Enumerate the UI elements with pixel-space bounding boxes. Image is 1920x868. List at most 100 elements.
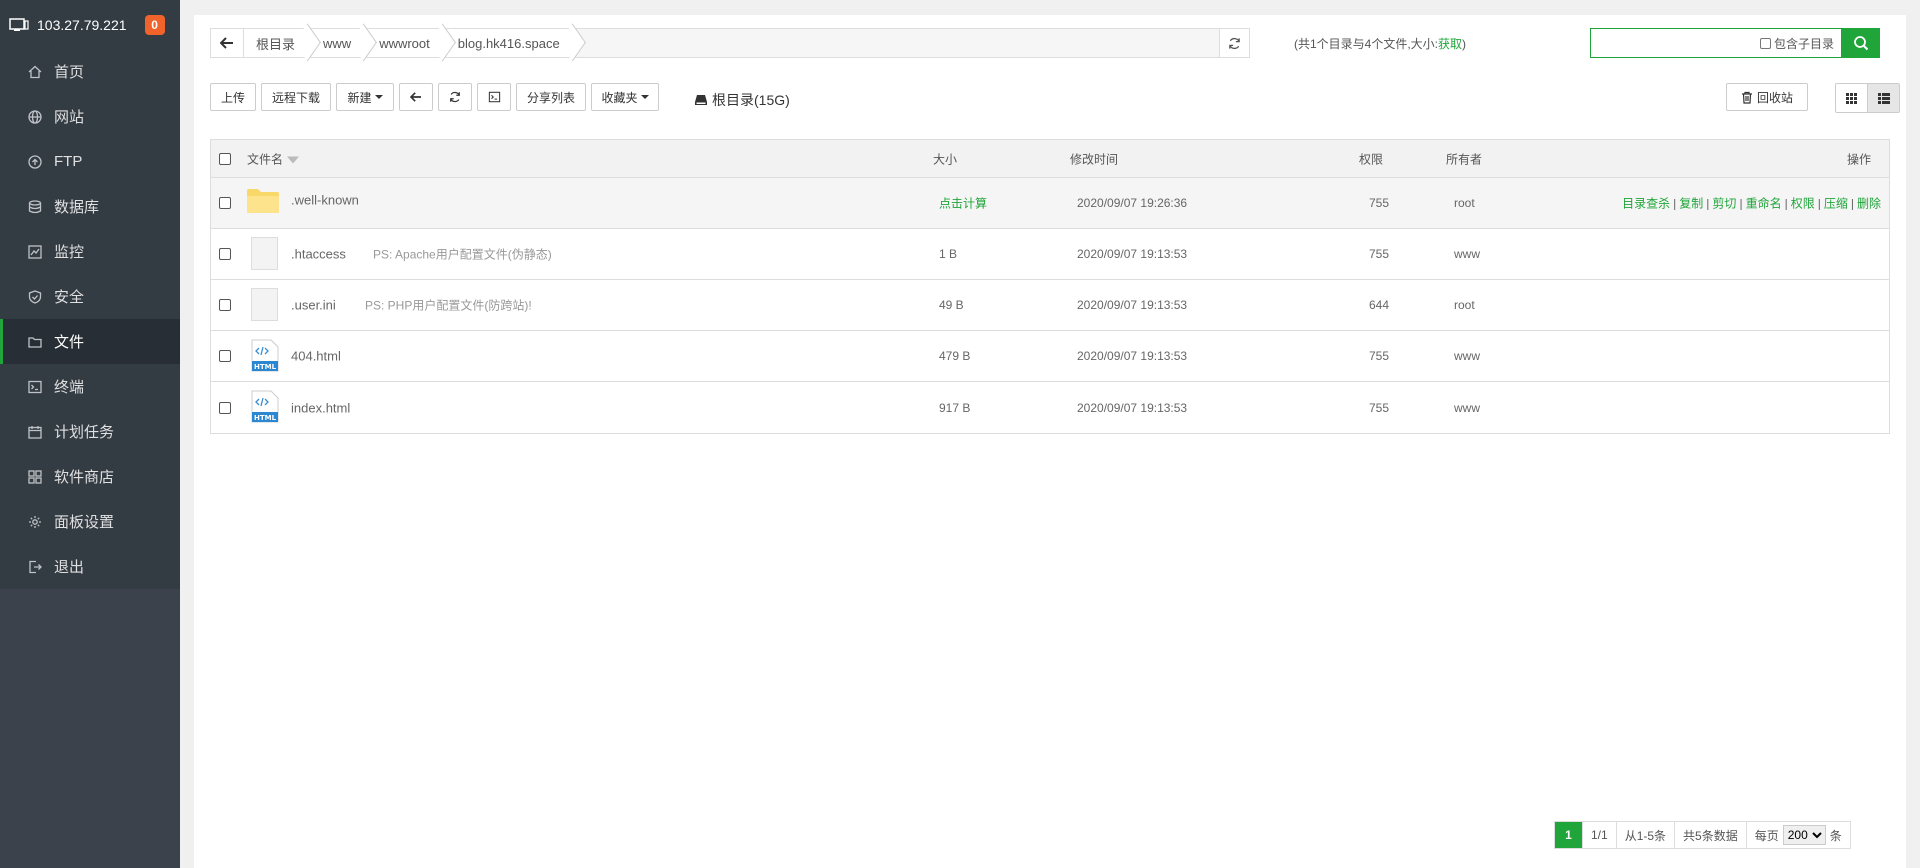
sidebar-item-website[interactable]: 网站	[0, 94, 180, 139]
include-subdir-checkbox[interactable]: 包含子目录	[1759, 35, 1834, 52]
sidebar-item-cron[interactable]: 计划任务	[0, 409, 180, 454]
table-row[interactable]: HTML 404.html 479 B 2020/09/07 19:13:53 …	[211, 331, 1889, 382]
sidebar-header: 103.27.79.221 0	[0, 0, 180, 49]
calendar-icon	[28, 425, 42, 439]
table-row[interactable]: .htaccess PS: Apache用户配置文件(伪静态) 1 B 2020…	[211, 229, 1889, 280]
table-header: 文件名 大小 修改时间 权限 所有者 操作	[211, 140, 1889, 178]
list-view-button[interactable]	[1867, 84, 1899, 112]
file-perm[interactable]: 755	[1369, 247, 1389, 261]
file-note: PS: Apache用户配置文件(伪静态)	[373, 247, 552, 262]
search-icon	[1854, 36, 1869, 51]
file-note: PS: PHP用户配置文件(防跨站)!	[365, 298, 532, 313]
file-owner: www	[1454, 400, 1480, 415]
file-perm[interactable]: 755	[1369, 401, 1389, 415]
sidebar-item-label: 软件商店	[54, 469, 115, 486]
svg-text:HTML: HTML	[254, 363, 277, 371]
sidebar-item-monitor[interactable]: 监控	[0, 229, 180, 274]
search-box: 包含子目录	[1590, 28, 1842, 58]
table-row[interactable]: .user.ini PS: PHP用户配置文件(防跨站)! 49 B 2020/…	[211, 280, 1889, 331]
search-input[interactable]	[1595, 33, 1745, 53]
shield-icon	[28, 289, 42, 304]
file-mtime: 2020/09/07 19:13:53	[1077, 349, 1188, 363]
calc-size-link[interactable]: 点击计算	[939, 195, 987, 212]
rename-action[interactable]: 重命名	[1746, 197, 1782, 211]
file-perm[interactable]: 644	[1369, 298, 1389, 312]
sidebar-item-ftp[interactable]: FTP	[0, 139, 180, 184]
sidebar-item-logout[interactable]: 退出	[0, 544, 180, 589]
table-row[interactable]: .well-known 点击计算 2020/09/07 19:26:36 755…	[211, 178, 1889, 229]
upload-button[interactable]: 上传	[210, 83, 256, 111]
pagination: 1 1/1 从1-5条 共5条数据 每页 200 条	[1554, 821, 1851, 849]
sidebar-item-security[interactable]: 安全	[0, 274, 180, 319]
notification-badge[interactable]: 0	[144, 14, 165, 35]
sidebar-item-label: 数据库	[54, 199, 100, 216]
monitor-icon	[28, 244, 42, 259]
row-checkbox[interactable]	[219, 401, 231, 414]
file-perm[interactable]: 755	[1369, 349, 1389, 363]
compress-action[interactable]: 压缩	[1824, 197, 1848, 211]
permission-action[interactable]: 权限	[1791, 197, 1815, 211]
sidebar-item-home[interactable]: 首页	[0, 49, 180, 94]
scan-dir-action[interactable]: 目录查杀	[1622, 197, 1670, 211]
file-size: 1 B	[939, 247, 958, 261]
refresh-button[interactable]	[438, 83, 472, 111]
file-perm[interactable]: 755	[1369, 196, 1389, 210]
toolbar: 上传 远程下载 新建 分享列表 收藏夹 根目录(15G) 回收站	[210, 83, 1900, 113]
file-name[interactable]: 404.html	[291, 349, 341, 364]
sidebar-item-database[interactable]: 数据库	[0, 184, 180, 229]
breadcrumb-site[interactable]: blog.hk416.space	[445, 29, 576, 57]
trash-icon	[1741, 91, 1752, 104]
file-mtime: 2020/09/07 19:13:53	[1077, 247, 1188, 261]
sidebar-item-settings[interactable]: 面板设置	[0, 499, 180, 544]
header-size[interactable]: 大小	[933, 150, 957, 167]
page-current[interactable]: 1	[1555, 822, 1583, 848]
home-icon	[28, 65, 42, 79]
row-checkbox[interactable]	[219, 248, 231, 260]
sidebar-item-store[interactable]: 软件商店	[0, 454, 180, 499]
back-button[interactable]	[211, 29, 244, 57]
checkbox[interactable]	[1759, 37, 1771, 49]
breadcrumb-wwwroot[interactable]: wwwroot	[367, 29, 446, 57]
cut-action[interactable]: 剪切	[1712, 197, 1736, 211]
favorites-dropdown-button[interactable]: 收藏夹	[591, 83, 659, 111]
row-checkbox[interactable]	[219, 350, 231, 362]
file-name[interactable]: .htaccess	[291, 247, 346, 262]
new-dropdown-button[interactable]: 新建	[336, 83, 394, 111]
gear-icon	[28, 515, 42, 529]
page-range: 从1-5条	[1617, 822, 1676, 848]
breadcrumb-root[interactable]: 根目录	[244, 29, 312, 57]
share-list-button[interactable]: 分享列表	[516, 83, 586, 111]
arrow-left-icon	[220, 37, 233, 49]
header-name[interactable]: 文件名	[247, 150, 300, 167]
recycle-bin-button[interactable]: 回收站	[1726, 83, 1808, 111]
row-checkbox[interactable]	[219, 299, 231, 311]
path-box: 根目录 www wwwroot blog.hk416.space	[210, 28, 1250, 58]
disk-info[interactable]: 根目录(15G)	[694, 90, 790, 110]
per-page-select[interactable]: 200	[1782, 825, 1826, 845]
back-dir-button[interactable]	[399, 83, 433, 111]
header-mtime[interactable]: 修改时间	[1070, 150, 1118, 167]
grid-view-button[interactable]	[1836, 84, 1867, 112]
sidebar-item-label: 终端	[54, 379, 85, 396]
sidebar-item-label: 退出	[54, 559, 85, 576]
copy-action[interactable]: 复制	[1679, 197, 1703, 211]
sidebar-item-files[interactable]: 文件	[0, 319, 180, 364]
sort-caret-icon	[287, 156, 300, 164]
file-name[interactable]: .user.ini	[291, 298, 336, 313]
search-button[interactable]	[1842, 28, 1880, 58]
delete-action[interactable]: 删除	[1857, 197, 1881, 211]
file-name[interactable]: index.html	[291, 400, 350, 415]
per-page: 每页 200 条	[1747, 822, 1850, 848]
table-row[interactable]: HTML index.html 917 B 2020/09/07 19:13:5…	[211, 382, 1889, 433]
refresh-icon	[1229, 37, 1240, 49]
file-name[interactable]: .well-known	[291, 193, 359, 208]
get-size-link[interactable]: 获取	[1438, 37, 1462, 51]
sidebar-item-terminal[interactable]: 终端	[0, 364, 180, 409]
remote-download-button[interactable]: 远程下载	[261, 83, 331, 111]
ftp-icon	[28, 154, 42, 169]
row-checkbox[interactable]	[219, 197, 231, 209]
file-owner: root	[1454, 298, 1475, 312]
terminal-button[interactable]	[477, 83, 511, 111]
select-all-checkbox[interactable]	[219, 152, 231, 165]
refresh-path-button[interactable]	[1219, 29, 1249, 57]
